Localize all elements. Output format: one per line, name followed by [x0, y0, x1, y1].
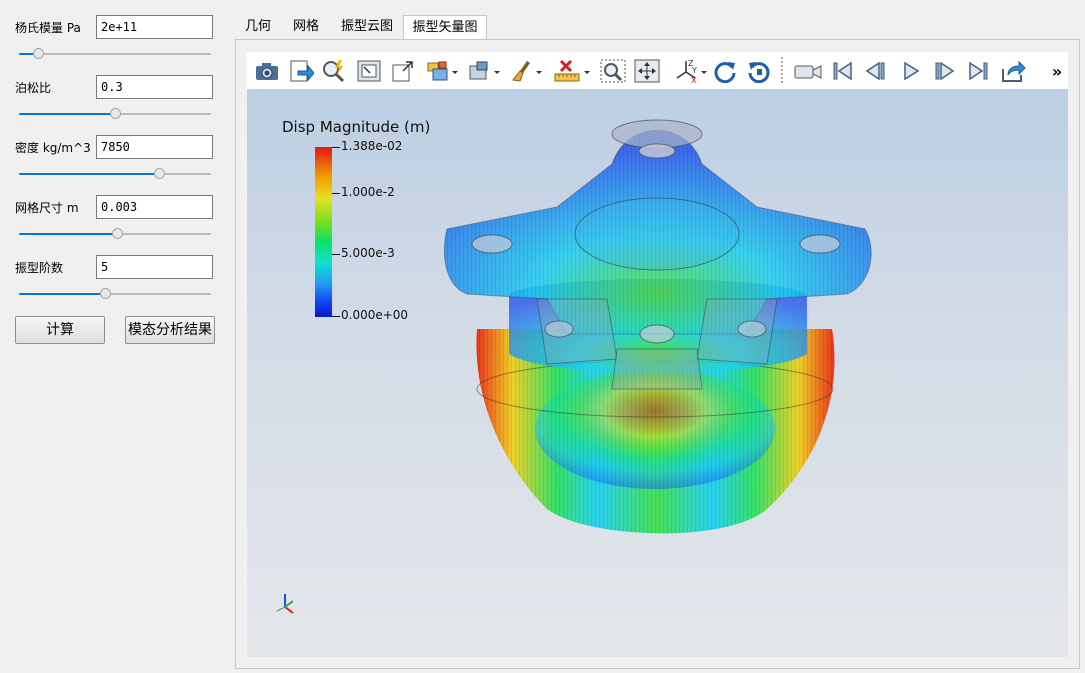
- density-slider[interactable]: [19, 168, 211, 180]
- mesh-size-label: 网格尺寸 m: [15, 201, 79, 215]
- legend-title: Disp Magnitude (m): [282, 118, 431, 136]
- orientation-axes-icon: [276, 594, 294, 614]
- param-row-mesh-size: 网格尺寸 m 0.003: [15, 195, 215, 221]
- rotate-ccw-icon[interactable]: [745, 57, 773, 85]
- mesh-size-slider[interactable]: [19, 228, 211, 240]
- slider-thumb[interactable]: [111, 228, 123, 239]
- parameter-panel: 杨氏模量 Pa 2e+11 泊松比 0.3 密度 kg/m^3 7850 网格尺…: [0, 0, 232, 673]
- lug-center-hole: [639, 324, 675, 344]
- brush-icon[interactable]: [509, 57, 543, 85]
- slider-fill: [19, 173, 160, 175]
- zoom-lightning-icon[interactable]: [320, 57, 348, 85]
- camera-icon[interactable]: [253, 57, 281, 85]
- first-frame-icon[interactable]: [829, 57, 857, 85]
- param-row-youngs-modulus: 杨氏模量 Pa 2e+11: [15, 15, 215, 41]
- zoom-box-icon[interactable]: [599, 57, 627, 85]
- youngs-modulus-input[interactable]: 2e+11: [96, 15, 213, 39]
- toolbar-separator: [780, 57, 784, 85]
- param-row-mode-order: 振型阶数 5: [15, 255, 215, 281]
- color-bar: [315, 147, 332, 317]
- youngs-modulus-slider[interactable]: [19, 48, 211, 60]
- video-camera-icon[interactable]: [793, 57, 823, 85]
- ruler-delete-icon[interactable]: [553, 57, 591, 85]
- mesh-size-input[interactable]: 0.003: [96, 195, 213, 219]
- poisson-ratio-input[interactable]: 0.3: [96, 75, 213, 99]
- poisson-ratio-slider[interactable]: [19, 108, 211, 120]
- play-icon[interactable]: [897, 57, 925, 85]
- lug-left-hole: [544, 320, 574, 338]
- slider-thumb[interactable]: [110, 108, 121, 119]
- view-corner-icon[interactable]: [389, 57, 417, 85]
- last-frame-icon[interactable]: [964, 57, 992, 85]
- slider-thumb[interactable]: [100, 288, 112, 299]
- slider-fill: [19, 233, 117, 235]
- legend-label-mid: 5.000e-3: [341, 246, 395, 260]
- move-icon[interactable]: [633, 57, 661, 85]
- youngs-modulus-label: 杨氏模量 Pa: [15, 21, 81, 35]
- legend-tick: [332, 316, 340, 317]
- rotate-cw-icon[interactable]: [711, 57, 739, 85]
- density-label: 密度 kg/m^3: [15, 141, 91, 155]
- mode-shape-vector-plot: [276, 119, 872, 614]
- box-style-icon[interactable]: [467, 57, 501, 85]
- compute-button[interactable]: 计算: [15, 316, 105, 344]
- mode-order-input[interactable]: 5: [96, 255, 213, 279]
- lug-center: [611, 348, 703, 390]
- vtk-toolbar: ZYX »: [247, 52, 1068, 89]
- lug-right-hole: [737, 320, 767, 338]
- legend-label-high: 1.000e-2: [341, 185, 395, 199]
- export-icon[interactable]: [287, 57, 315, 85]
- view-fit-icon[interactable]: [355, 57, 383, 85]
- slider-fill: [19, 293, 106, 295]
- central-bore: [574, 197, 740, 271]
- legend-label-max: 1.388e-02: [341, 139, 403, 153]
- prev-frame-icon[interactable]: [862, 57, 890, 85]
- mode-order-label: 振型阶数: [15, 261, 64, 275]
- slider-thumb[interactable]: [33, 48, 45, 59]
- legend-tick: [332, 254, 340, 255]
- density-input[interactable]: 7850: [96, 135, 213, 159]
- mode-order-slider[interactable]: [19, 288, 211, 300]
- tab-mode-contour[interactable]: 振型云图: [332, 15, 402, 39]
- modal-results-button[interactable]: 模态分析结果: [125, 316, 215, 344]
- right-ear-hole: [799, 234, 841, 254]
- share-icon[interactable]: [999, 57, 1027, 85]
- tab-mesh[interactable]: 网格: [283, 15, 329, 39]
- legend-tick: [332, 193, 340, 194]
- top-hole: [638, 143, 676, 159]
- toolbar-overflow-button[interactable]: »: [1047, 57, 1067, 85]
- next-frame-icon[interactable]: [930, 57, 958, 85]
- tab-geometry[interactable]: 几何: [235, 15, 281, 39]
- box-select-icon[interactable]: [425, 57, 459, 85]
- param-row-poisson: 泊松比 0.3: [15, 75, 215, 101]
- poisson-ratio-label: 泊松比: [15, 81, 52, 95]
- param-row-density: 密度 kg/m^3 7850: [15, 135, 215, 161]
- left-ear-hole: [471, 234, 513, 254]
- legend-label-min: 0.000e+00: [341, 308, 409, 322]
- slider-thumb[interactable]: [154, 168, 166, 179]
- render-viewport[interactable]: Disp Magnitude (m) 1.388e-02 1.000e-2 5.…: [247, 89, 1068, 657]
- tab-mode-vector[interactable]: 振型矢量图: [403, 15, 487, 39]
- legend-tick: [332, 147, 340, 148]
- axes-icon[interactable]: ZYX: [674, 57, 708, 85]
- slider-fill: [19, 113, 115, 115]
- svg-text:Y: Y: [691, 66, 697, 75]
- svg-text:X: X: [691, 76, 697, 84]
